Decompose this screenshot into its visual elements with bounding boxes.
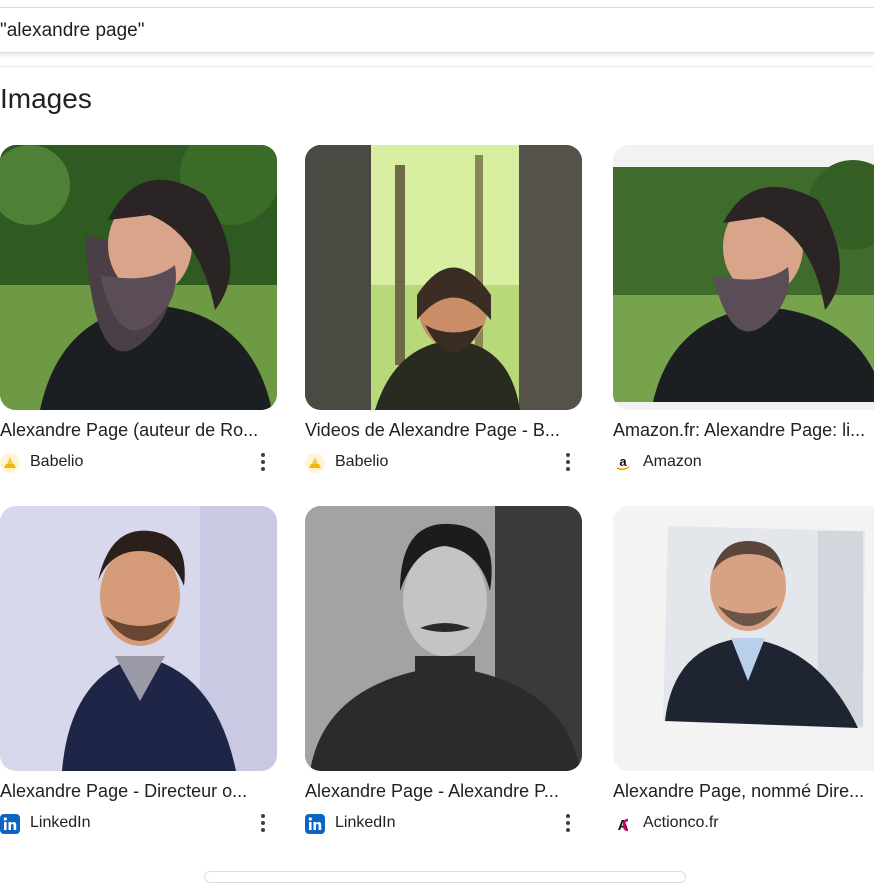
result-source[interactable]: Babelio bbox=[305, 451, 582, 473]
actionco-icon: A bbox=[618, 817, 629, 834]
result-caption[interactable]: Amazon.fr: Alexandre Page: li... bbox=[613, 420, 874, 441]
image-result-card[interactable]: Alexandre Page - Alexandre P... LinkedIn bbox=[305, 506, 582, 851]
image-result-card[interactable]: Amazon.fr: Alexandre Page: li... a Amazo… bbox=[613, 145, 874, 490]
result-caption[interactable]: Alexandre Page - Directeur o... bbox=[0, 781, 277, 802]
more-options-button[interactable] bbox=[255, 451, 271, 473]
more-options-button[interactable] bbox=[560, 451, 576, 473]
result-thumbnail[interactable] bbox=[305, 145, 582, 410]
source-name: Babelio bbox=[335, 453, 389, 470]
search-query[interactable]: "alexandre page" bbox=[0, 20, 145, 42]
result-source[interactable]: a Amazon bbox=[613, 451, 874, 473]
source-name: LinkedIn bbox=[335, 814, 396, 831]
more-options-button[interactable] bbox=[255, 812, 271, 834]
svg-text:a: a bbox=[619, 454, 627, 469]
result-source[interactable]: A Actionco.fr bbox=[613, 812, 874, 834]
result-source[interactable]: LinkedIn bbox=[0, 812, 277, 834]
result-caption[interactable]: Alexandre Page, nommé Dire... bbox=[613, 781, 874, 802]
result-caption[interactable]: Alexandre Page - Alexandre P... bbox=[305, 781, 582, 802]
result-source[interactable]: Babelio bbox=[0, 451, 277, 473]
source-name: Amazon bbox=[643, 453, 702, 470]
section-title: Images bbox=[0, 83, 92, 114]
source-name: Actionco.fr bbox=[643, 814, 719, 831]
image-result-card[interactable]: Videos de Alexandre Page - B... Babelio bbox=[305, 145, 582, 490]
result-thumbnail[interactable] bbox=[305, 506, 582, 771]
result-thumbnail[interactable] bbox=[613, 506, 874, 771]
image-result-card[interactable]: Alexandre Page - Directeur o... LinkedIn bbox=[0, 506, 277, 851]
result-source[interactable]: LinkedIn bbox=[305, 812, 582, 834]
show-more-button[interactable] bbox=[204, 871, 686, 883]
result-thumbnail[interactable] bbox=[0, 145, 277, 410]
result-thumbnail[interactable] bbox=[0, 506, 277, 771]
image-result-card[interactable]: Alexandre Page, nommé Dire... A Actionco… bbox=[613, 506, 874, 851]
source-name: Babelio bbox=[30, 453, 84, 470]
babelio-icon bbox=[0, 453, 20, 473]
linkedin-icon bbox=[0, 814, 20, 834]
linkedin-icon bbox=[305, 814, 325, 834]
header-divider bbox=[0, 66, 874, 67]
babelio-icon bbox=[305, 453, 325, 473]
source-name: LinkedIn bbox=[30, 814, 91, 831]
amazon-icon: a bbox=[613, 453, 633, 473]
result-caption[interactable]: Videos de Alexandre Page - B... bbox=[305, 420, 582, 441]
result-thumbnail[interactable] bbox=[613, 145, 874, 410]
result-caption[interactable]: Alexandre Page (auteur de Ro... bbox=[0, 420, 277, 441]
more-options-button[interactable] bbox=[560, 812, 576, 834]
image-result-card[interactable]: Alexandre Page (auteur de Ro... Babelio bbox=[0, 145, 277, 490]
search-bar[interactable]: "alexandre page" bbox=[0, 7, 874, 53]
